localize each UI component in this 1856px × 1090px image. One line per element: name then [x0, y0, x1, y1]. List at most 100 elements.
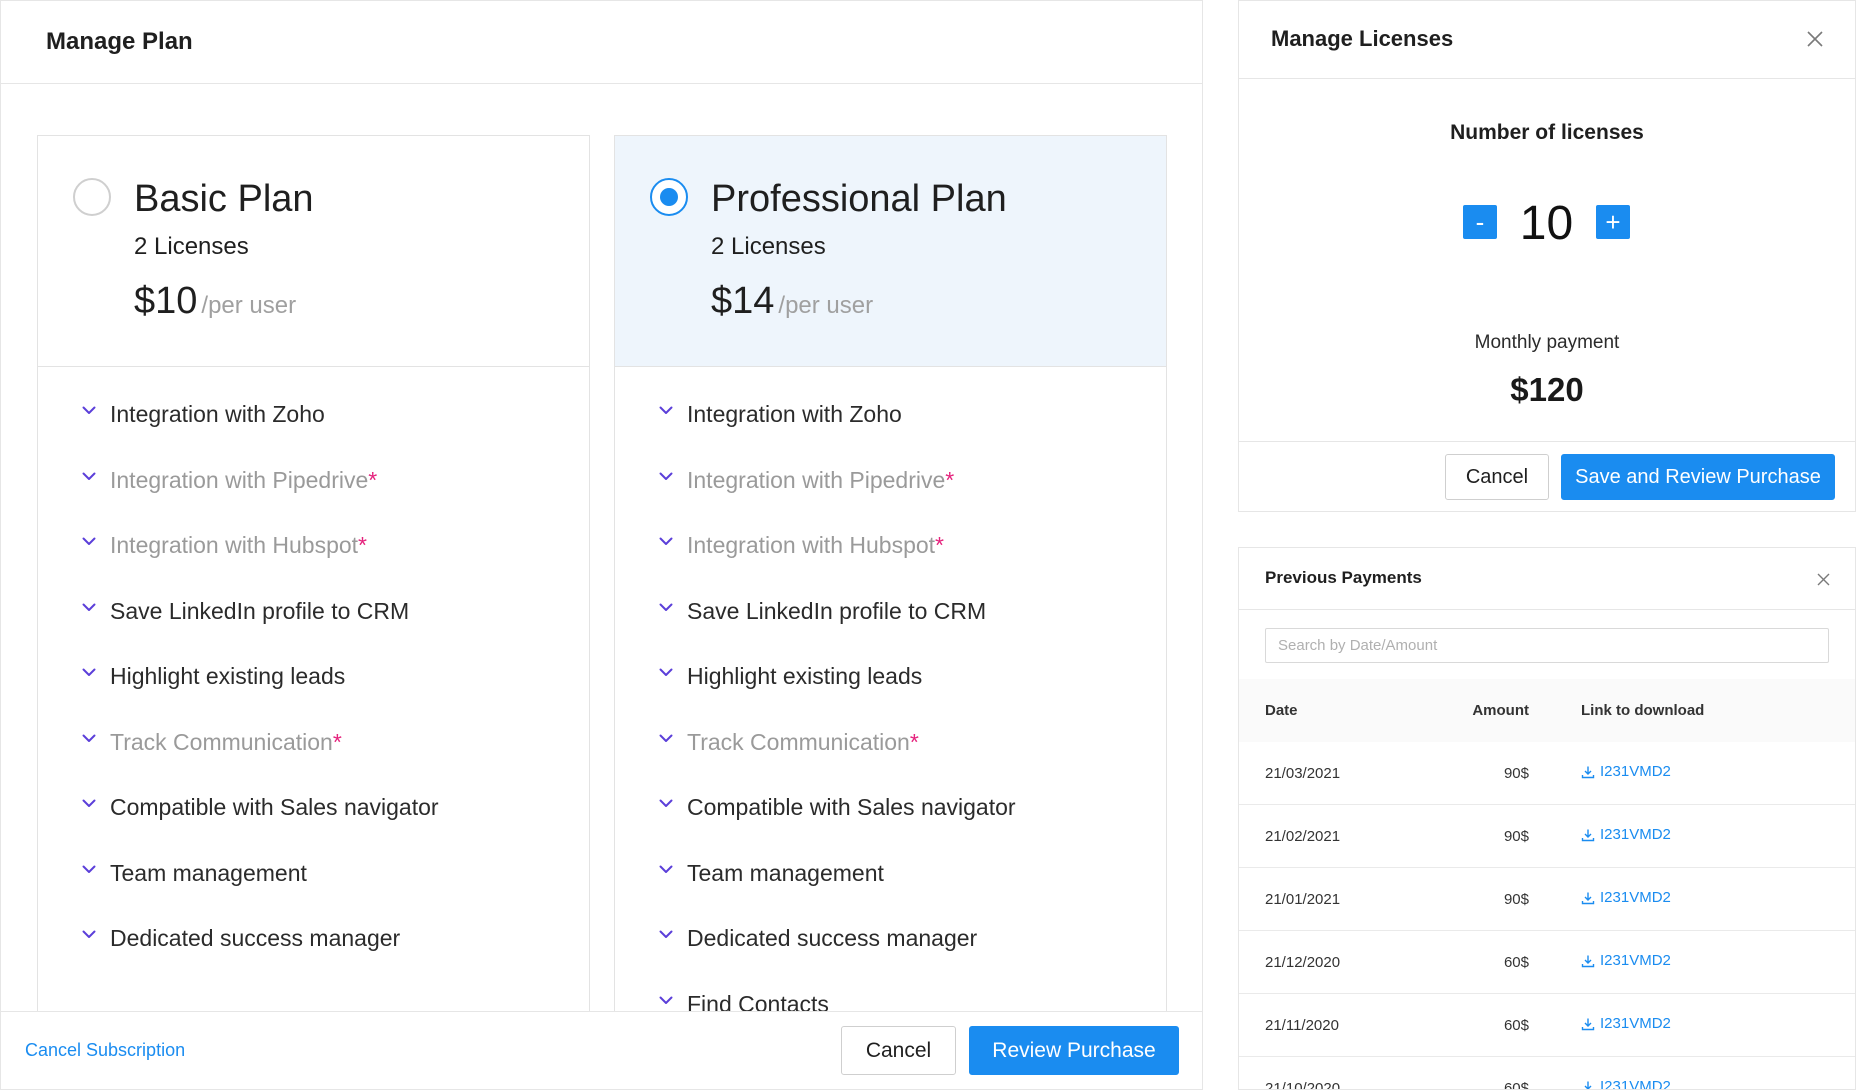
check-icon	[657, 598, 675, 612]
check-icon	[657, 991, 675, 1005]
payment-amount: 90$	[1503, 890, 1529, 908]
download-icon	[1581, 829, 1595, 841]
download-link-label: I231VMD2	[1600, 889, 1671, 907]
check-icon	[657, 467, 675, 481]
payment-link-cell: I231VMD2	[1529, 826, 1671, 846]
payment-date: 21/10/2020	[1265, 1079, 1341, 1090]
required-star: *	[368, 466, 378, 493]
manage-plan-footer: Cancel Subscription Cancel Review Purcha…	[1, 1011, 1202, 1089]
payment-date: 21/01/2021	[1265, 890, 1341, 908]
feature-item: Integration with Zoho	[615, 401, 1166, 467]
plan-licenses: 2 Licenses	[711, 233, 826, 260]
download-link[interactable]: I231VMD2	[1581, 952, 1671, 969]
feature-label: Save LinkedIn profile to CRM	[687, 597, 987, 624]
payment-date: 21/03/2021	[1265, 764, 1341, 782]
plan-price-value: $14	[711, 280, 775, 322]
download-link-label: I231VMD2	[1600, 826, 1671, 844]
check-icon	[657, 532, 675, 546]
plan-name: Professional Plan	[711, 178, 1007, 220]
feature-item: Integration with Pipedrive *	[615, 467, 1166, 533]
payment-link-cell: I231VMD2	[1529, 1078, 1671, 1090]
feature-label: Track Communication	[110, 728, 333, 755]
download-icon	[1584, 1081, 1592, 1089]
feature-item: Integration with Zoho	[38, 401, 589, 467]
previous-payments-panel: Previous Payments Date Amount Link to do…	[1238, 547, 1856, 1090]
save-and-review-button[interactable]: Save and Review Purchase	[1561, 454, 1835, 500]
payment-link-cell: I231VMD2	[1529, 952, 1671, 972]
table-row: 21/12/2020 60$ I231VMD2	[1239, 931, 1855, 994]
decrement-button[interactable]: -	[1463, 205, 1497, 239]
download-link[interactable]: I231VMD2	[1581, 826, 1671, 843]
download-icon	[1581, 1018, 1595, 1030]
manage-licenses-title: Manage Licenses	[1271, 26, 1454, 51]
download-link[interactable]: I231VMD2	[1581, 1078, 1671, 1090]
licenses-count-label: Number of licenses	[1450, 121, 1644, 144]
cancel-button[interactable]: Cancel	[1445, 454, 1549, 500]
cancel-subscription-link[interactable]: Cancel Subscription	[25, 1040, 185, 1061]
download-icon	[1581, 955, 1595, 967]
download-link[interactable]: I231VMD2	[1581, 889, 1671, 906]
monthly-payment-label: Monthly payment	[1474, 332, 1620, 353]
check-icon	[80, 729, 98, 743]
plan-card-header: Basic Plan 2 Licenses $10/per user	[38, 136, 589, 367]
column-header-date: Date	[1265, 702, 1298, 719]
increment-button[interactable]: +	[1596, 205, 1630, 239]
feature-label: Team management	[687, 859, 884, 886]
feature-item: Highlight existing leads	[38, 663, 589, 729]
close-icon[interactable]	[1816, 572, 1831, 587]
download-link-label: I231VMD2	[1600, 1078, 1671, 1090]
manage-plan-panel: Manage Plan Basic Plan 2 Licenses $10/pe…	[0, 0, 1203, 1090]
download-link[interactable]: I231VMD2	[1581, 763, 1671, 780]
licenses-stepper: - 10 +	[1239, 196, 1855, 250]
feature-item: Track Communication *	[38, 729, 589, 795]
manage-licenses-header: Manage Licenses	[1239, 1, 1855, 79]
payment-link-cell: I231VMD2	[1529, 1015, 1671, 1035]
download-link-label: I231VMD2	[1600, 952, 1671, 970]
close-icon[interactable]	[1805, 29, 1825, 49]
payments-search-input[interactable]	[1265, 628, 1829, 663]
plan-radio-basic[interactable]	[73, 178, 111, 216]
review-purchase-button[interactable]: Review Purchase	[969, 1026, 1179, 1075]
feature-list: Integration with Zoho Integration with Pi…	[38, 367, 589, 991]
check-icon	[80, 598, 98, 612]
feature-label: Save LinkedIn profile to CRM	[110, 597, 410, 624]
feature-item: Integration with Pipedrive *	[38, 467, 589, 533]
feature-label: Compatible with Sales navigator	[110, 794, 439, 820]
payment-amount: 90$	[1503, 764, 1529, 782]
manage-licenses-panel: Manage Licenses Number of licenses - 10 …	[1238, 0, 1856, 512]
feature-label: Compatible with Sales navigator	[687, 794, 1016, 820]
payment-link-cell: I231VMD2	[1529, 763, 1671, 783]
feature-label: Highlight existing leads	[687, 663, 923, 689]
download-link-label: I231VMD2	[1600, 1015, 1671, 1033]
payment-date: 21/12/2020	[1265, 953, 1341, 971]
feature-item: Compatible with Sales navigator	[615, 794, 1166, 860]
cancel-button[interactable]: Cancel	[841, 1026, 956, 1075]
feature-item: Save LinkedIn profile to CRM	[615, 598, 1166, 664]
payments-table-body: 21/03/2021 90$ I231VMD2 21/02/2021 90$ I231VM…	[1239, 742, 1855, 1090]
download-link[interactable]: I231VMD2	[1581, 1015, 1671, 1032]
plan-card-professional[interactable]: Professional Plan 2 Licenses $14/per use…	[614, 135, 1167, 1035]
download-icon	[1581, 892, 1595, 904]
feature-label: Team management	[110, 859, 307, 886]
monthly-payment-value: $120	[1510, 371, 1584, 408]
plan-price-unit: /per user	[201, 292, 297, 319]
feature-label: Integration with Zoho	[110, 401, 325, 427]
check-icon	[80, 794, 98, 808]
check-icon	[80, 663, 98, 677]
feature-item: Team management	[38, 860, 589, 926]
check-icon	[657, 401, 675, 415]
feature-label: Integration with Hubspot	[110, 532, 359, 558]
plan-card-basic[interactable]: Basic Plan 2 Licenses $10/per user Integ…	[37, 135, 590, 1035]
column-header-amount: Amount	[1472, 702, 1529, 719]
feature-label: Track Communication	[687, 728, 910, 755]
table-header-row: Date Amount Link to download	[1239, 679, 1855, 742]
payment-amount: 60$	[1503, 1016, 1529, 1034]
payment-date: 21/11/2020	[1265, 1016, 1339, 1034]
table-row: 21/03/2021 90$ I231VMD2	[1239, 742, 1855, 805]
payment-date: 21/02/2021	[1265, 827, 1341, 845]
table-row: 21/11/2020 60$ I231VMD2	[1239, 994, 1855, 1057]
plan-price-value: $10	[134, 280, 198, 322]
plan-radio-professional[interactable]	[650, 178, 688, 216]
required-star: *	[909, 728, 919, 755]
payment-amount: 60$	[1503, 1079, 1529, 1090]
